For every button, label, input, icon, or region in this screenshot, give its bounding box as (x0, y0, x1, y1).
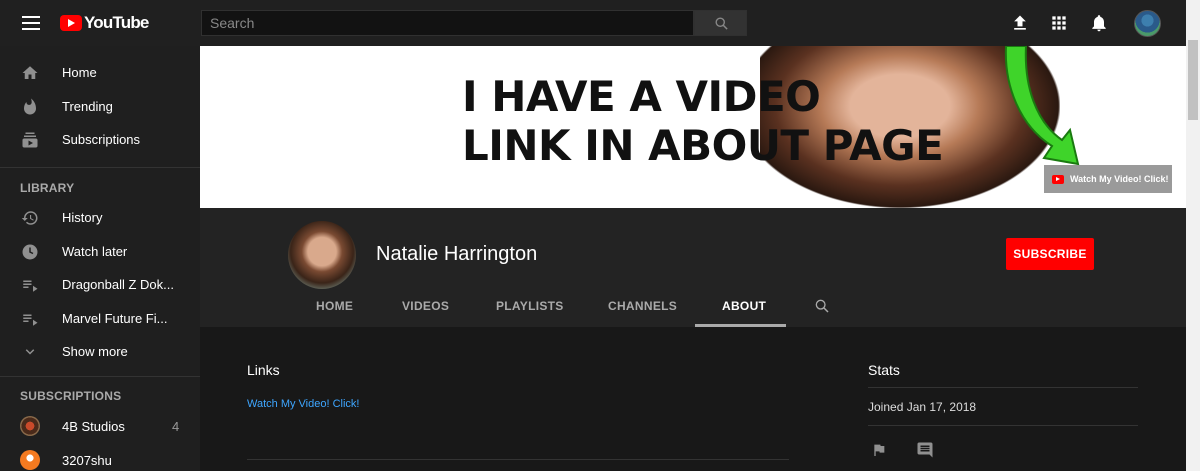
tab-home[interactable]: HOME (316, 299, 353, 313)
youtube-icon (1052, 174, 1064, 184)
tab-channels[interactable]: CHANNELS (608, 299, 677, 313)
home-icon (22, 66, 38, 79)
playlist-icon (23, 314, 38, 326)
search-box (201, 10, 694, 36)
sidebar-item-label: Marvel Future Fi... (62, 311, 168, 326)
sidebar-item-history[interactable]: History (0, 201, 200, 234)
flag-icon[interactable] (871, 442, 887, 458)
notifications-icon[interactable] (1089, 13, 1109, 33)
banner-link-label: Watch My Video! Click! (1070, 174, 1169, 184)
trending-icon (24, 98, 36, 115)
menu-icon[interactable] (22, 16, 40, 30)
logo-text: YouTube (84, 13, 149, 32)
banner-link[interactable]: Watch My Video! Click! (1044, 165, 1172, 193)
subscriptions-icon (22, 132, 38, 148)
top-bar: YouTube (0, 0, 1186, 46)
subscribe-button[interactable]: SUBSCRIBE (1006, 238, 1094, 270)
channel-name: Natalie Harrington (376, 243, 538, 265)
sidebar-item-playlist-dragonball[interactable]: Dragonball Z Dok... (0, 268, 200, 301)
apps-icon[interactable] (1049, 13, 1069, 33)
stats-heading: Stats (868, 362, 900, 378)
sidebar: Home Trending Subscriptions LIBRARY Hist… (0, 46, 200, 471)
sidebar-item-subscriptions[interactable]: Subscriptions (0, 123, 200, 156)
watch-later-icon (22, 244, 38, 260)
sidebar-item-label: 3207shu (62, 453, 112, 468)
sidebar-item-watch-later[interactable]: Watch later (0, 235, 200, 268)
tab-playlists[interactable]: PLAYLISTS (496, 299, 564, 313)
sidebar-item-label: Subscriptions (62, 132, 141, 147)
sidebar-item-trending[interactable]: Trending (0, 90, 200, 123)
sidebar-item-label: Trending (62, 99, 113, 114)
page-scrollbar[interactable] (1186, 0, 1200, 471)
sidebar-item-subscription[interactable]: 4B Studios 4 (0, 410, 200, 443)
youtube-play-icon (60, 15, 82, 31)
message-icon[interactable] (916, 441, 934, 459)
new-video-count: 4 (172, 419, 180, 434)
channel-banner: I HAVE A VIDEO LINK IN ABOUT PAGE Watch … (200, 46, 1186, 208)
divider (868, 387, 1138, 388)
banner-headline: I HAVE A VIDEO LINK IN ABOUT PAGE (462, 72, 944, 170)
tab-about[interactable]: ABOUT (722, 299, 766, 313)
sidebar-item-show-more[interactable]: Show more (0, 335, 200, 368)
playlist-icon (23, 280, 38, 292)
sidebar-item-playlist-marvel[interactable]: Marvel Future Fi... (0, 302, 200, 335)
search-icon (715, 17, 728, 30)
youtube-logo[interactable]: YouTube (60, 13, 149, 33)
sidebar-item-label: Dragonball Z Dok... (62, 277, 174, 292)
joined-date: Joined Jan 17, 2018 (868, 400, 977, 414)
divider (868, 425, 1138, 426)
divider (0, 167, 200, 168)
banner-headline-line: I HAVE A VIDEO (462, 72, 821, 121)
external-link[interactable]: Watch My Video! Click! (247, 398, 359, 410)
sidebar-item-label: 4B Studios (62, 419, 125, 434)
subscriptions-heading: SUBSCRIPTIONS (20, 389, 122, 403)
channel-avatar (288, 221, 356, 289)
sidebar-item-label: Watch later (62, 244, 128, 259)
divider (247, 459, 789, 460)
channel-search-icon[interactable] (814, 298, 830, 314)
sidebar-item-label: Home (62, 65, 97, 80)
sidebar-item-subscription[interactable]: 3207shu (0, 444, 200, 471)
scrollbar-thumb[interactable] (1188, 40, 1198, 120)
sidebar-item-label: Show more (62, 344, 128, 359)
sidebar-item-home[interactable]: Home (0, 56, 200, 89)
search-input[interactable] (202, 11, 693, 35)
sidebar-item-label: History (62, 210, 103, 225)
chevron-down-icon (25, 349, 35, 355)
library-heading: LIBRARY (20, 181, 75, 195)
about-section: Links Watch My Video! Click! Stats Joine… (200, 327, 1186, 471)
green-arrow-graphic (1004, 46, 1080, 166)
links-heading: Links (247, 362, 280, 378)
tab-videos[interactable]: VIDEOS (402, 299, 449, 313)
search-button[interactable] (694, 10, 747, 36)
avatar (20, 416, 40, 436)
history-icon (21, 211, 38, 225)
avatar (20, 450, 40, 470)
channel-header: Natalie Harrington SUBSCRIBE HOME VIDEOS… (200, 208, 1186, 327)
banner-headline-line: LINK IN ABOUT PAGE (462, 121, 944, 170)
divider (0, 376, 200, 377)
account-avatar[interactable] (1134, 10, 1161, 37)
upload-icon[interactable] (1010, 13, 1030, 33)
